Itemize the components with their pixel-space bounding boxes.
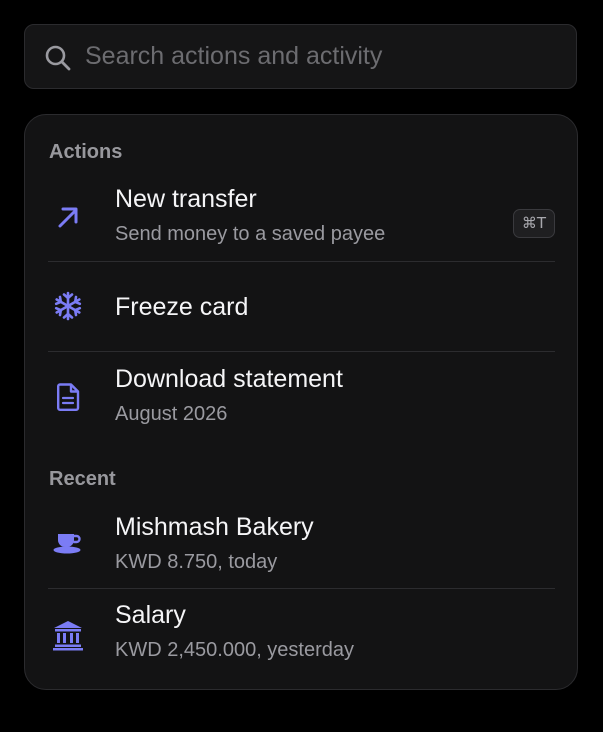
search-bar[interactable] [24, 24, 577, 89]
action-download-statement[interactable]: Download statement August 2026 [48, 352, 555, 438]
action-new-transfer[interactable]: New transfer Send money to a saved payee… [48, 175, 555, 261]
shortcut-badge: ⌘T [512, 209, 555, 238]
search-icon [45, 45, 71, 71]
action-subtitle: Send money to a saved payee [115, 223, 386, 245]
bank-icon [52, 619, 84, 651]
action-freeze-card[interactable]: Freeze card [48, 262, 555, 351]
action-title: New transfer [115, 185, 257, 213]
action-subtitle: August 2026 [115, 403, 228, 425]
action-title: Freeze card [115, 293, 249, 321]
snowflake-icon [52, 290, 84, 322]
command-panel: Actions New transfer Send money to a sav… [24, 114, 578, 690]
document-icon [52, 381, 84, 413]
recent-subtitle: KWD 8.750, today [115, 551, 278, 573]
recent-item-salary[interactable]: Salary KWD 2,450.000, yesterday [48, 589, 555, 681]
action-title: Download statement [115, 365, 343, 393]
arrow-up-right-icon [52, 201, 84, 233]
recent-subtitle: KWD 2,450.000, yesterday [115, 639, 355, 661]
recent-title: Salary [115, 601, 186, 629]
coffee-cup-icon [52, 525, 84, 557]
recent-item-mishmash-bakery[interactable]: Mishmash Bakery KWD 8.750, today [48, 503, 555, 589]
search-input[interactable] [85, 25, 555, 88]
actions-section-label: Actions [49, 141, 123, 163]
recent-section-label: Recent [49, 468, 116, 490]
recent-title: Mishmash Bakery [115, 513, 314, 541]
